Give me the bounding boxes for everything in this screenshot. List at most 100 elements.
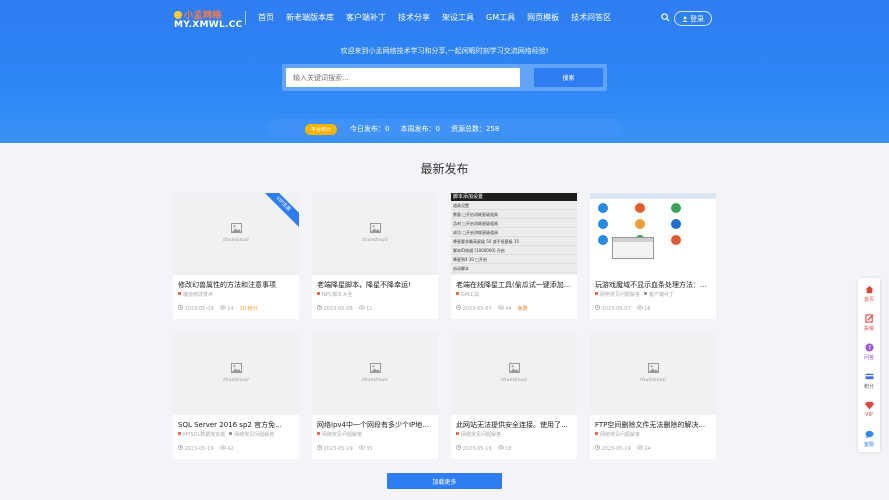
post-title[interactable]: 修改幻兽属性的方法和注意事项 <box>178 280 295 290</box>
post-date: 2023-05-09 <box>184 306 214 312</box>
site-logo[interactable]: 小孟网络 MY.XMWL.CC <box>174 8 242 32</box>
stat-today: 今日发布：0 <box>350 125 390 133</box>
post-title[interactable]: FTP空间删除文件无法删除的解决... <box>595 420 712 430</box>
image-placeholder-icon <box>230 363 242 373</box>
main-nav: 首页 新老端版本库 客户端补丁 技术分享 架设工具 GM工具 网页模板 技术问答… <box>258 12 623 23</box>
category-bullet <box>178 292 181 295</box>
floating-sidebar: 首页 投稿 ? 问答 积分 VIP 客服 <box>858 278 880 452</box>
sidebar-item-home[interactable]: 首页 <box>858 280 880 308</box>
post-title[interactable]: 老端在线降星工具(偷瓜试一键添加... <box>456 280 573 290</box>
desktop-icon <box>671 219 682 229</box>
chat-icon <box>864 430 874 439</box>
search-button[interactable]: 搜索 <box>534 68 603 87</box>
eye-icon <box>497 445 504 450</box>
clock-icon <box>178 445 183 450</box>
post-card[interactable]: thumbnail FTP空间删除文件无法删除的解决... 网络常见问题解答 202… <box>590 333 716 459</box>
sidebar-item-points[interactable]: 积分 <box>858 367 880 395</box>
thumbnail-text: thumbnail <box>362 377 388 383</box>
post-views: 24 <box>644 446 651 452</box>
edit-icon <box>864 314 874 323</box>
image-placeholder-icon <box>647 363 659 373</box>
search-input[interactable] <box>286 68 520 87</box>
eye-icon <box>219 445 226 450</box>
stats-bar: 平台统计 今日发布：0 本周发布：0 资源总数：258 <box>267 119 622 139</box>
question-icon: ? <box>864 343 874 352</box>
post-card[interactable]: thumbnail SQL Server 2016 sp2 官方免... MYSQL… <box>173 333 299 459</box>
post-category[interactable]: 网络常见问题解答 <box>600 292 640 298</box>
stats-badge: 平台统计 <box>305 123 338 135</box>
post-card[interactable]: 脚本添加设置 道具设置 数量 □开启消耗星级道具 品材 □开启消耗星级道具 成功 □开启… <box>451 193 577 319</box>
post-title[interactable]: 老端降星脚本，降星不降幸运! <box>317 280 434 290</box>
eye-icon <box>497 305 504 310</box>
post-thumbnail[interactable]: thumbnail <box>173 333 299 415</box>
eye-icon <box>219 305 226 310</box>
sidebar-item-qa[interactable]: ? 问答 <box>858 338 880 366</box>
post-category[interactable]: NPC脚本大全 <box>322 292 352 298</box>
category-bullet <box>229 432 233 435</box>
login-button[interactable]: 登录 <box>674 11 712 26</box>
post-date: 2023-05-19 <box>462 446 492 452</box>
post-date: 2023-05-19 <box>184 446 214 452</box>
clock-icon <box>178 305 183 310</box>
category-bullet <box>317 292 320 295</box>
thumb-header: 脚本添加设置 <box>451 193 577 201</box>
post-title[interactable]: 玩游戏魔域不显示血条处理方法：... <box>595 280 712 290</box>
post-category-2[interactable]: 网络常见问题解答 <box>234 432 274 438</box>
post-card[interactable]: thumbnail 此网站无法提供安全连接。使用了... 网络常见问题解答 2023… <box>451 333 577 459</box>
sidebar-item-support[interactable]: 客服 <box>858 425 880 453</box>
post-views: 11 <box>366 306 373 312</box>
post-category[interactable]: 网络常见问题解答 <box>600 432 640 438</box>
post-category-2[interactable]: 客户端补丁 <box>649 292 674 298</box>
category-bullet <box>595 292 598 295</box>
desktop-icon <box>634 203 645 213</box>
thumbnail-text: thumbnail <box>223 377 249 383</box>
load-more-button[interactable]: 加载更多 <box>387 473 502 489</box>
post-title[interactable]: SQL Server 2016 sp2 官方免... <box>178 420 295 430</box>
post-category[interactable]: GM工具 <box>461 292 479 298</box>
search-icon[interactable] <box>661 13 670 22</box>
thumb-row: 降星要求最高星级 50 减不低星级 35 <box>451 237 577 246</box>
nav-item-gm-tools[interactable]: GM工具 <box>486 12 515 23</box>
nav-item-templates[interactable]: 网页模板 <box>527 12 559 23</box>
post-card[interactable]: thumbnail 老端降星脚本，降星不降幸运! NPC脚本大全 2023-05-0… <box>312 193 438 319</box>
nav-item-qa[interactable]: 技术问答区 <box>571 12 611 23</box>
post-title[interactable]: 此网站无法提供安全连接。使用了... <box>456 420 573 430</box>
sidebar-item-submit[interactable]: 投稿 <box>858 309 880 337</box>
desktop-icon <box>598 235 608 245</box>
post-card[interactable]: thumbnail 网络ipv4中一个网段有多少个IP地... 网络常见问题解答 2… <box>312 333 438 459</box>
nav-item-tech-share[interactable]: 技术分享 <box>398 12 430 23</box>
post-thumbnail[interactable]: 脚本添加设置 道具设置 数量 □开启消耗星级道具 品材 □开启消耗星级道具 成功 □开启… <box>451 193 577 275</box>
post-card[interactable]: 玩游戏魔域不显示血条处理方法：... 网络常见问题解答 客户端补丁 2023-05-… <box>590 193 716 319</box>
post-date: 2023-05-19 <box>323 446 353 452</box>
post-title[interactable]: 网络ipv4中一个网段有多少个IP地... <box>317 420 434 430</box>
thumbnail-text: thumbnail <box>640 377 666 383</box>
clock-icon <box>595 305 600 310</box>
post-thumbnail[interactable]: thumbnail <box>451 333 577 415</box>
nav-item-setup-tools[interactable]: 架设工具 <box>442 12 474 23</box>
thumb-row: 降星到4 30 □开启 <box>451 255 577 264</box>
sidebar-item-vip[interactable]: VIP <box>858 396 880 424</box>
post-category[interactable]: 网络常见问题解答 <box>322 432 362 438</box>
post-category[interactable]: 魔兽修改技术 <box>183 292 213 298</box>
card-icon <box>864 373 874 380</box>
sidebar-label: 客服 <box>863 442 874 448</box>
top-navbar: 小孟网络 MY.XMWL.CC 首页 新老端版本库 客户端补丁 技术分享 架设工… <box>0 0 889 36</box>
thumb-row: 品材 □开启消耗星级道具 <box>451 219 577 228</box>
post-thumbnail[interactable]: thumbnail <box>312 333 438 415</box>
post-category[interactable]: MYSQL数据库安装 <box>183 432 225 438</box>
post-thumbnail[interactable]: thumbnail VIP资源 <box>173 193 299 275</box>
post-views: 18 <box>505 446 512 452</box>
post-card[interactable]: thumbnail VIP资源修改幻兽属性的方法和注意事项魔兽修改技术 2023-… <box>173 193 299 319</box>
nav-item-versions[interactable]: 新老端版本库 <box>286 12 334 23</box>
category-bullet <box>178 432 181 435</box>
clock-icon <box>317 305 322 310</box>
image-placeholder-icon <box>508 363 520 373</box>
post-thumbnail[interactable]: thumbnail <box>590 333 716 415</box>
nav-item-home[interactable]: 首页 <box>258 12 274 23</box>
thumbnail-text: thumbnail <box>501 377 527 383</box>
nav-item-patches[interactable]: 客户端补丁 <box>346 12 386 23</box>
post-thumbnail[interactable] <box>590 193 716 275</box>
post-thumbnail[interactable]: thumbnail <box>312 193 438 275</box>
desktop-icon <box>598 219 608 229</box>
post-category[interactable]: 网络常见问题解答 <box>461 432 501 438</box>
